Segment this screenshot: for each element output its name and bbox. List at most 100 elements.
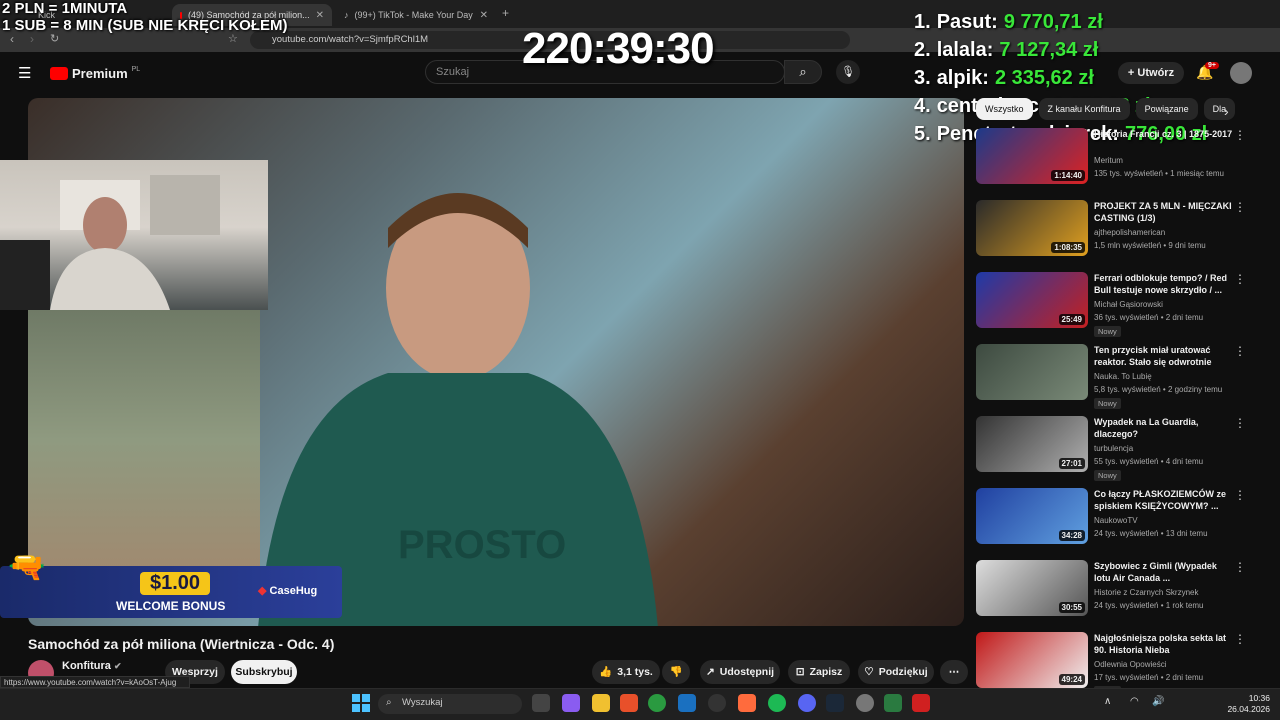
video-meta: 24 tys. wyświetleń • 13 dni temu xyxy=(1094,529,1208,538)
recommended-video[interactable]: 25:49 Ferrari odblokuje tempo? / Red Bull… xyxy=(976,272,1266,338)
casehug-banner[interactable]: $1.00 WELCOME BONUS ◆ CaseHug 🔫 xyxy=(0,551,342,618)
recommended-video[interactable]: 30:55 Szybowiec z Gimli (Wypadek lotu Air… xyxy=(976,560,1266,626)
recommended-video[interactable]: 1:14:40 Historia Francji cz. 3 | 1875-201… xyxy=(976,128,1266,194)
like-button[interactable]: 👍 3,1 tys. xyxy=(592,660,660,684)
thanks-button[interactable]: ♡ Podziękuj xyxy=(858,660,934,684)
subathon-timer: 220:39:30 xyxy=(522,24,715,73)
back-icon[interactable]: ‹ xyxy=(10,32,14,46)
steam-icon[interactable] xyxy=(826,694,844,712)
menu-icon[interactable]: ☰ xyxy=(18,64,31,82)
more-vert-icon[interactable]: ⋮ xyxy=(1234,560,1246,574)
video-title[interactable]: Szybowiec z Gimli (Wypadek lotu Air Cana… xyxy=(1094,560,1234,584)
windows-start-icon[interactable] xyxy=(352,694,370,712)
recommended-video[interactable]: 34:28 Co łączy PŁASKOZIEMCÓW ze spiskiem … xyxy=(976,488,1266,554)
task-view-icon[interactable] xyxy=(532,694,550,712)
video-meta: 17 tys. wyświetleń • 2 dni temu xyxy=(1094,673,1204,682)
more-vert-icon[interactable]: ⋮ xyxy=(1234,272,1246,286)
video-thumbnail[interactable]: 27:01 xyxy=(976,416,1088,472)
close-icon[interactable]: ✕ xyxy=(316,10,324,21)
donor-amount: 9 770,71 zł xyxy=(1003,11,1103,33)
channel-name[interactable]: Odlewnia Opowieści xyxy=(1094,660,1166,669)
save-button[interactable]: ⊡ Zapisz xyxy=(788,660,850,684)
chip-for-you[interactable]: Dla xyxy=(1203,98,1236,120)
video-thumbnail[interactable]: 1:14:40 xyxy=(976,128,1088,184)
video-title[interactable]: Najgłośniejsza polska sekta lat 90. Hist… xyxy=(1094,632,1234,656)
file-explorer-icon[interactable] xyxy=(592,694,610,712)
video-duration: 30:55 xyxy=(1058,602,1085,613)
video-title[interactable]: PROJEKT ZA 5 MLN - MIĘCZAKI CASTING (1/3… xyxy=(1094,200,1234,224)
more-vert-icon[interactable]: ⋮ xyxy=(1234,344,1246,358)
brave-active-icon[interactable] xyxy=(738,694,756,712)
save-label: Zapisz xyxy=(809,666,843,678)
chrome-icon[interactable] xyxy=(648,694,666,712)
close-icon[interactable]: ✕ xyxy=(480,10,488,21)
search-icon[interactable]: ⌕ xyxy=(784,60,822,84)
recommended-video[interactable]: Ten przycisk miał uratować reaktor. Stał… xyxy=(976,344,1266,410)
more-vert-icon[interactable]: ⋮ xyxy=(1234,488,1246,502)
video-thumbnail[interactable]: 25:49 xyxy=(976,272,1088,328)
channel-name[interactable]: Michał Gąsiorowski xyxy=(1094,300,1163,309)
channel-name[interactable]: Meritum xyxy=(1094,156,1123,165)
video-thumbnail[interactable]: 34:28 xyxy=(976,488,1088,544)
donor-amount: 2 335,62 zł xyxy=(994,67,1094,89)
video-thumbnail[interactable]: 49:24 xyxy=(976,632,1088,688)
channel-name[interactable]: ajthepolishamerican xyxy=(1094,228,1165,237)
donor-name: alpik: xyxy=(936,67,989,89)
channel-name[interactable]: Nauka. To Lubię xyxy=(1094,372,1152,381)
gun-icon: 🔫 xyxy=(8,551,46,584)
share-icon: ↗ xyxy=(705,666,715,678)
channel-name[interactable]: turbulencja xyxy=(1094,444,1133,453)
avatar[interactable] xyxy=(1230,62,1252,84)
spotify-icon[interactable] xyxy=(768,694,786,712)
background-window xyxy=(28,310,260,570)
chip-related[interactable]: Powiązane xyxy=(1135,98,1198,120)
new-tab-icon[interactable]: + xyxy=(502,6,509,20)
copilot-icon[interactable] xyxy=(562,694,580,712)
tray-chevron-icon[interactable]: ∧ xyxy=(1104,696,1111,707)
more-actions-icon[interactable]: ⋯ xyxy=(940,660,968,684)
wifi-icon[interactable]: ◠ xyxy=(1130,696,1139,707)
forward-icon[interactable]: › xyxy=(30,32,34,46)
recommended-video[interactable]: 1:08:35 PROJEKT ZA 5 MLN - MIĘCZAKI CASTI… xyxy=(976,200,1266,266)
more-vert-icon[interactable]: ⋮ xyxy=(1234,632,1246,646)
video-title[interactable]: Ferrari odblokuje tempo? / Red Bull test… xyxy=(1094,272,1234,296)
video-title[interactable]: Wypadek na La Guardia, dlaczego? xyxy=(1094,416,1234,440)
tab-tiktok[interactable]: ♪ (99+) TikTok - Make Your Day ✕ xyxy=(336,4,496,26)
more-vert-icon[interactable]: ⋮ xyxy=(1234,200,1246,214)
video-title[interactable]: Ten przycisk miał uratować reaktor. Stał… xyxy=(1094,344,1234,368)
chip-from-channel[interactable]: Z kanału Konfitura xyxy=(1038,98,1130,120)
video-thumbnail[interactable]: 1:08:35 xyxy=(976,200,1088,256)
video-title[interactable]: Historia Francji cz. 3 | 1875-2017 xyxy=(1094,128,1234,140)
video-thumbnail[interactable]: 30:55 xyxy=(976,560,1088,616)
youtube-logo[interactable]: Premium PL xyxy=(50,66,140,81)
obs-icon[interactable] xyxy=(708,694,726,712)
donor-name: lalala: xyxy=(936,39,994,61)
discord-icon[interactable] xyxy=(798,694,816,712)
taskbar-search[interactable]: Wyszukaj xyxy=(378,694,522,714)
recommended-video[interactable]: 27:01 Wypadek na La Guardia, dlaczego? tur… xyxy=(976,416,1266,482)
video-title: Samochód za pół miliona (Wiertnicza - Od… xyxy=(28,636,335,652)
more-vert-icon[interactable]: ⋮ xyxy=(1234,416,1246,430)
video-meta: 36 tys. wyświetleń • 2 dni temu xyxy=(1094,313,1204,322)
channel-name[interactable]: Historie z Czarnych Skrzynek xyxy=(1094,588,1198,597)
video-thumbnail[interactable] xyxy=(976,344,1088,400)
video-title[interactable]: Co łączy PŁASKOZIEMCÓW ze spiskiem KSIĘŻ… xyxy=(1094,488,1234,512)
mic-icon[interactable]: 🎙 xyxy=(836,60,860,84)
acrobat-icon[interactable] xyxy=(912,694,930,712)
volume-icon[interactable]: 🔊 xyxy=(1152,696,1164,707)
brand-name: CaseHug xyxy=(269,585,318,597)
channel-name[interactable]: NaukowoTV xyxy=(1094,516,1138,525)
dislike-icon[interactable]: 👎 xyxy=(662,660,690,684)
logo-region: PL xyxy=(131,66,141,73)
calculator-icon[interactable] xyxy=(884,694,902,712)
share-button[interactable]: ↗ Udostępnij xyxy=(700,660,780,684)
store-icon[interactable] xyxy=(678,694,696,712)
settings-icon[interactable] xyxy=(856,694,874,712)
more-vert-icon[interactable]: ⋮ xyxy=(1234,128,1246,142)
channel-name[interactable]: Konfitura ✔ xyxy=(62,660,122,672)
subscribe-button[interactable]: Subskrybuj xyxy=(231,660,297,684)
taskbar-clock[interactable]: 10:36 26.04.2026 xyxy=(1226,693,1270,715)
chevron-right-icon[interactable]: › xyxy=(1224,103,1229,119)
chip-all[interactable]: Wszystko xyxy=(976,98,1033,120)
brave-icon[interactable] xyxy=(620,694,638,712)
